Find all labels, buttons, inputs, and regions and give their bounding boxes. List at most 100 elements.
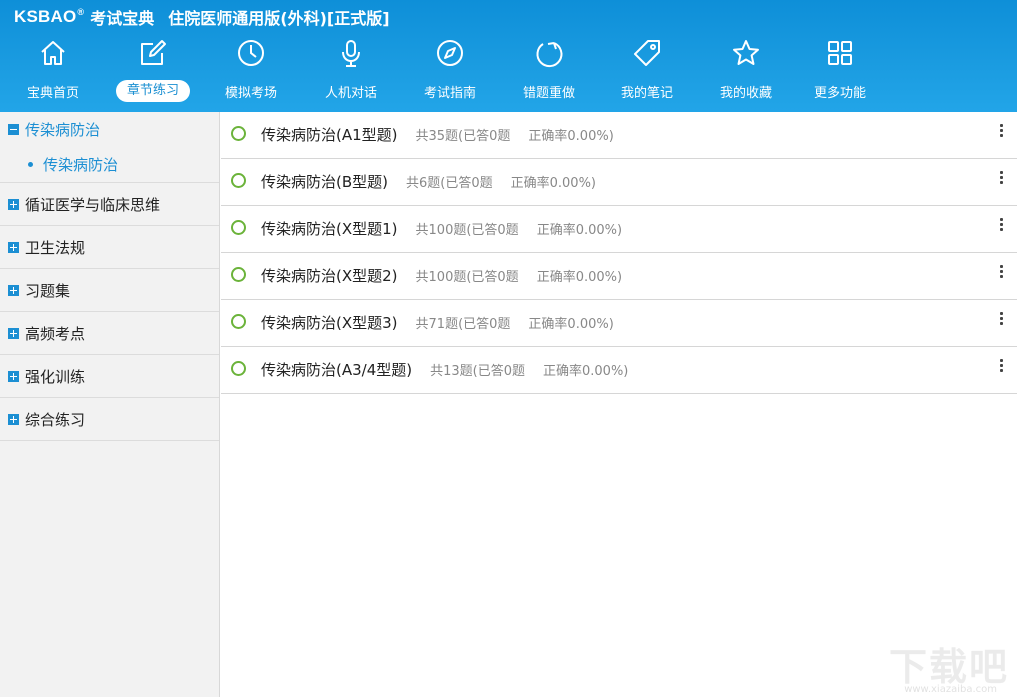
more-options-icon[interactable] <box>997 217 1005 237</box>
list-item-accuracy: 正确率0.00%) <box>536 270 623 285</box>
list-item-content: 传染病防治(X型题1) 共100题(已答0题 正确率0.00%) <box>261 218 622 239</box>
bullet-icon <box>28 162 33 167</box>
refresh-icon <box>534 38 564 68</box>
brand-logo-text: KSBAO® <box>14 7 85 26</box>
sidebar-item-label: 传染病防治 <box>25 121 101 139</box>
sidebar-item-label: 习题集 <box>25 281 71 300</box>
nav-mock-exam-label: 模拟考场 <box>224 86 277 101</box>
list-item-count: 共100题(已答0题 <box>415 270 519 285</box>
nav-my-notes[interactable]: 我的笔记 <box>600 34 694 106</box>
nav-more-label: 更多功能 <box>813 86 866 101</box>
sidebar-item-evidence-medicine[interactable]: 循证医学与临床思维 <box>0 183 219 226</box>
list-item-count: 共13题(已答0题 <box>430 364 525 379</box>
chapter-sidebar: 传染病防治 传染病防治 循证医学与临床思维 卫生法规 习题集 高频考点 强化训练 <box>0 112 220 697</box>
sidebar-item-label: 卫生法规 <box>25 238 86 257</box>
more-options-icon[interactable] <box>997 170 1005 190</box>
nav-my-favorites-label: 我的收藏 <box>719 86 772 101</box>
list-item-content: 传染病防治(X型题3) 共71题(已答0题 正确率0.00%) <box>261 312 614 333</box>
list-item-count: 共100题(已答0题 <box>415 223 519 238</box>
list-item-title: 传染病防治(X型题2) <box>261 267 398 285</box>
more-options-icon[interactable] <box>997 311 1005 331</box>
status-circle-icon <box>231 361 246 376</box>
nav-home-label: 宝典首页 <box>26 86 79 101</box>
nav-more[interactable]: 更多功能 <box>793 34 887 106</box>
list-item-title: 传染病防治(X型题3) <box>261 314 398 332</box>
nav-wrong-redo[interactable]: 错题重做 <box>502 34 596 106</box>
nav-mock-exam[interactable]: 模拟考场 <box>204 34 298 106</box>
sidebar-item-label: 循证医学与临床思维 <box>25 195 161 214</box>
sidebar-item-intensive-training[interactable]: 强化训练 <box>0 355 219 398</box>
list-item[interactable]: 传染病防治(B型题) 共6题(已答0题 正确率0.00%) <box>221 159 1017 206</box>
more-options-icon[interactable] <box>997 264 1005 284</box>
nav-my-favorites[interactable]: 我的收藏 <box>699 34 793 106</box>
sidebar-item-label: 高频考点 <box>25 324 86 343</box>
microphone-icon <box>336 38 366 68</box>
watermark-url: www.xiazaiba.com <box>904 684 997 695</box>
list-item-content: 传染病防治(A1型题) 共35题(已答0题 正确率0.00%) <box>261 124 614 145</box>
nav-wrong-redo-label: 错题重做 <box>522 86 575 101</box>
sidebar-item-key-points[interactable]: 高频考点 <box>0 312 219 355</box>
status-circle-icon <box>231 314 246 329</box>
nav-exam-guide[interactable]: 考试指南 <box>403 34 497 106</box>
sidebar-item-exercises[interactable]: 习题集 <box>0 269 219 312</box>
list-item-accuracy: 正确率0.00%) <box>528 129 614 144</box>
list-item[interactable]: 传染病防治(A3/4型题) 共13题(已答0题 正确率0.00%) <box>221 347 1017 394</box>
header: KSBAO® 考试宝典 住院医师通用版(外科)[正式版] 宝典首页 章节练习 模… <box>0 0 1017 112</box>
sidebar-item-label: 强化训练 <box>25 367 86 386</box>
app-window: KSBAO® 考试宝典 住院医师通用版(外科)[正式版] 宝典首页 章节练习 模… <box>0 0 1017 697</box>
question-set-list: 传染病防治(A1型题) 共35题(已答0题 正确率0.00%) 传染病防治(B型题)… <box>221 112 1017 697</box>
nav-chapter-practice-label: 章节练习 <box>116 80 190 102</box>
list-item[interactable]: 传染病防治(X型题3) 共71题(已答0题 正确率0.00%) <box>221 300 1017 347</box>
list-item-title: 传染病防治(A3/4型题) <box>261 361 413 379</box>
clock-icon <box>236 38 266 68</box>
list-item[interactable]: 传染病防治(X型题1) 共100题(已答0题 正确率0.00%) <box>221 206 1017 253</box>
compass-icon <box>435 38 465 68</box>
status-circle-icon <box>231 173 246 188</box>
list-item-count: 共35题(已答0题 <box>415 129 511 144</box>
list-item-content: 传染病防治(A3/4型题) 共13题(已答0题 正确率0.00%) <box>261 359 628 380</box>
list-item[interactable]: 传染病防治(X型题2) 共100题(已答0题 正确率0.00%) <box>221 253 1017 300</box>
expand-icon[interactable] <box>8 370 19 382</box>
sidebar-subitem-label: 传染病防治 <box>43 156 119 174</box>
main-nav: 宝典首页 章节练习 模拟考场 人机对话 考试指南 错题重做 我的笔记 我的收藏 … <box>0 34 1017 106</box>
watermark: 下载吧 <box>888 645 1009 689</box>
home-icon <box>38 38 68 68</box>
expand-icon[interactable] <box>8 198 19 210</box>
nav-my-notes-label: 我的笔记 <box>620 86 673 101</box>
expand-icon[interactable] <box>8 284 19 296</box>
list-item-content: 传染病防治(X型题2) 共100题(已答0题 正确率0.00%) <box>261 265 622 286</box>
list-item-accuracy: 正确率0.00%) <box>536 223 623 238</box>
expand-icon[interactable] <box>8 241 19 253</box>
list-item-title: 传染病防治(B型题) <box>261 173 388 191</box>
tag-icon <box>632 38 662 68</box>
nav-chapter-practice[interactable]: 章节练习 <box>106 34 200 106</box>
more-options-icon[interactable] <box>997 123 1005 143</box>
list-item-count: 共71题(已答0题 <box>415 317 511 332</box>
list-item-accuracy: 正确率0.00%) <box>528 317 614 332</box>
nav-home[interactable]: 宝典首页 <box>6 34 100 106</box>
list-item-accuracy: 正确率0.00%) <box>543 364 629 379</box>
nav-dialogue[interactable]: 人机对话 <box>304 34 398 106</box>
more-options-icon[interactable] <box>997 358 1005 378</box>
status-circle-icon <box>231 126 246 141</box>
collapse-icon[interactable] <box>8 124 19 135</box>
sidebar-item-comprehensive-practice[interactable]: 综合练习 <box>0 398 219 441</box>
star-icon <box>731 38 761 68</box>
sidebar-item-health-law[interactable]: 卫生法规 <box>0 226 219 269</box>
sidebar-item-infectious-disease[interactable]: 传染病防治 <box>0 112 219 147</box>
list-item-content: 传染病防治(B型题) 共6题(已答0题 正确率0.00%) <box>261 171 596 192</box>
expand-icon[interactable] <box>8 413 19 425</box>
status-circle-icon <box>231 220 246 235</box>
grid-icon <box>825 38 855 68</box>
expand-icon[interactable] <box>8 327 19 339</box>
list-item[interactable]: 传染病防治(A1型题) 共35题(已答0题 正确率0.00%) <box>221 112 1017 159</box>
list-item-title: 传染病防治(A1型题) <box>261 126 398 144</box>
sidebar-subitem-infectious-disease[interactable]: 传染病防治 <box>0 147 219 183</box>
list-item-accuracy: 正确率0.00%) <box>510 176 596 191</box>
edit-icon <box>138 38 168 68</box>
nav-exam-guide-label: 考试指南 <box>423 86 476 101</box>
edition-title: 住院医师通用版(外科)[正式版] <box>168 9 390 28</box>
status-circle-icon <box>231 267 246 282</box>
list-item-count: 共6题(已答0题 <box>406 176 493 191</box>
brand-name: 考试宝典 <box>90 9 155 28</box>
